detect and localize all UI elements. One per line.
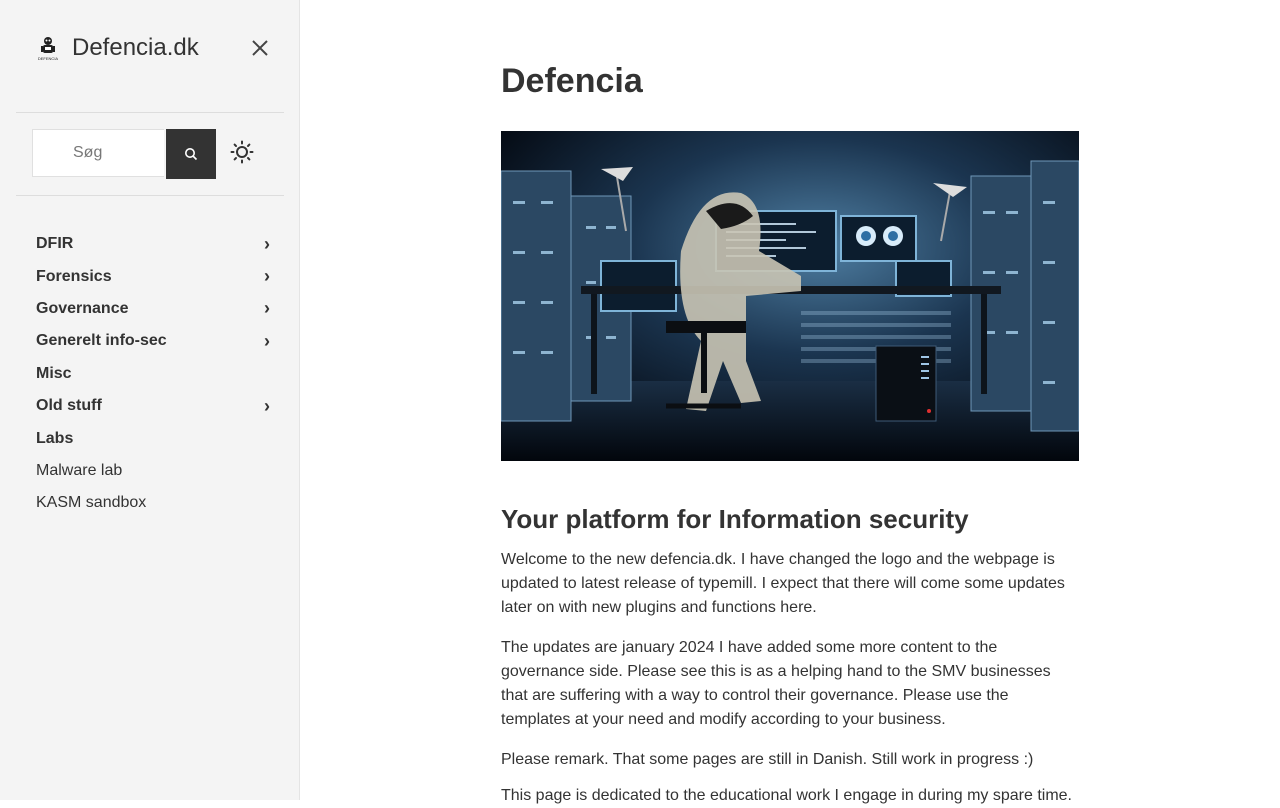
- sidebar-item-label: DFIR: [36, 235, 74, 253]
- chevron-right-icon[interactable]: ›: [260, 298, 274, 319]
- sidebar-item-label: Misc: [36, 364, 72, 382]
- paragraph-intro: Welcome to the new defencia.dk. I have c…: [501, 551, 1065, 616]
- sun-icon[interactable]: [230, 140, 254, 164]
- sidebar-item-label: Forensics: [36, 267, 112, 285]
- paragraph-remark: Please remark. That some pages are still…: [501, 751, 1034, 768]
- paragraph-dedication: This page is dedicated to the educationa…: [501, 787, 1072, 804]
- logo-text: DEFENCIA: [38, 56, 59, 61]
- sidebar-item-label: Generelt info-sec: [36, 332, 167, 350]
- sidebar-item-label: Labs: [36, 429, 74, 447]
- page-title: Defencia: [501, 62, 643, 100]
- sidebar-item-governance[interactable]: Governance ›: [36, 293, 280, 325]
- sidebar-item-label: KASM sandbox: [36, 494, 147, 512]
- sidebar-item-label: Malware lab: [36, 461, 123, 479]
- sidebar-item-misc[interactable]: Misc: [36, 358, 280, 390]
- sidebar-item-generelt-info-sec[interactable]: Generelt info-sec ›: [36, 325, 280, 357]
- sidebar-item-label: Governance: [36, 299, 129, 317]
- sidebar: DEFENCIA Defencia.dk DFIR›Forensics›Gove…: [0, 0, 300, 800]
- search-input[interactable]: [32, 129, 164, 177]
- close-icon[interactable]: [248, 36, 272, 60]
- search-icon: [185, 148, 198, 161]
- divider: [16, 112, 284, 113]
- sidebar-item-dfir[interactable]: DFIR ›: [36, 228, 280, 260]
- search-button[interactable]: [166, 129, 216, 179]
- chevron-right-icon[interactable]: ›: [260, 266, 274, 287]
- sidebar-nav: DFIR › Forensics › Governance › Generelt info-…: [36, 228, 280, 520]
- sidebar-item-kasm-sandbox[interactable]: KASM sandbox: [36, 487, 280, 519]
- chevron-right-icon[interactable]: ›: [260, 234, 274, 255]
- sidebar-item-old-stuff[interactable]: Old stuff ›: [36, 390, 280, 422]
- sidebar-item-malware-lab[interactable]: Malware lab: [36, 455, 280, 487]
- sidebar-item-forensics[interactable]: Forensics ›: [36, 260, 280, 292]
- sidebar-item-labs[interactable]: Labs: [36, 422, 280, 454]
- chevron-right-icon[interactable]: ›: [260, 331, 274, 352]
- brand[interactable]: DEFENCIA Defencia.dk: [36, 30, 199, 66]
- site-title: Defencia.dk: [72, 34, 199, 61]
- sidebar-item-label: Old stuff: [36, 397, 102, 415]
- divider: [16, 195, 284, 196]
- paragraph-updates: The updates are january 2024 I have adde…: [501, 639, 1051, 728]
- hero-image: [501, 131, 1079, 461]
- logo-icon: DEFENCIA: [38, 37, 59, 61]
- chevron-right-icon[interactable]: ›: [260, 396, 274, 417]
- section-heading: Your platform for Information security: [501, 504, 969, 534]
